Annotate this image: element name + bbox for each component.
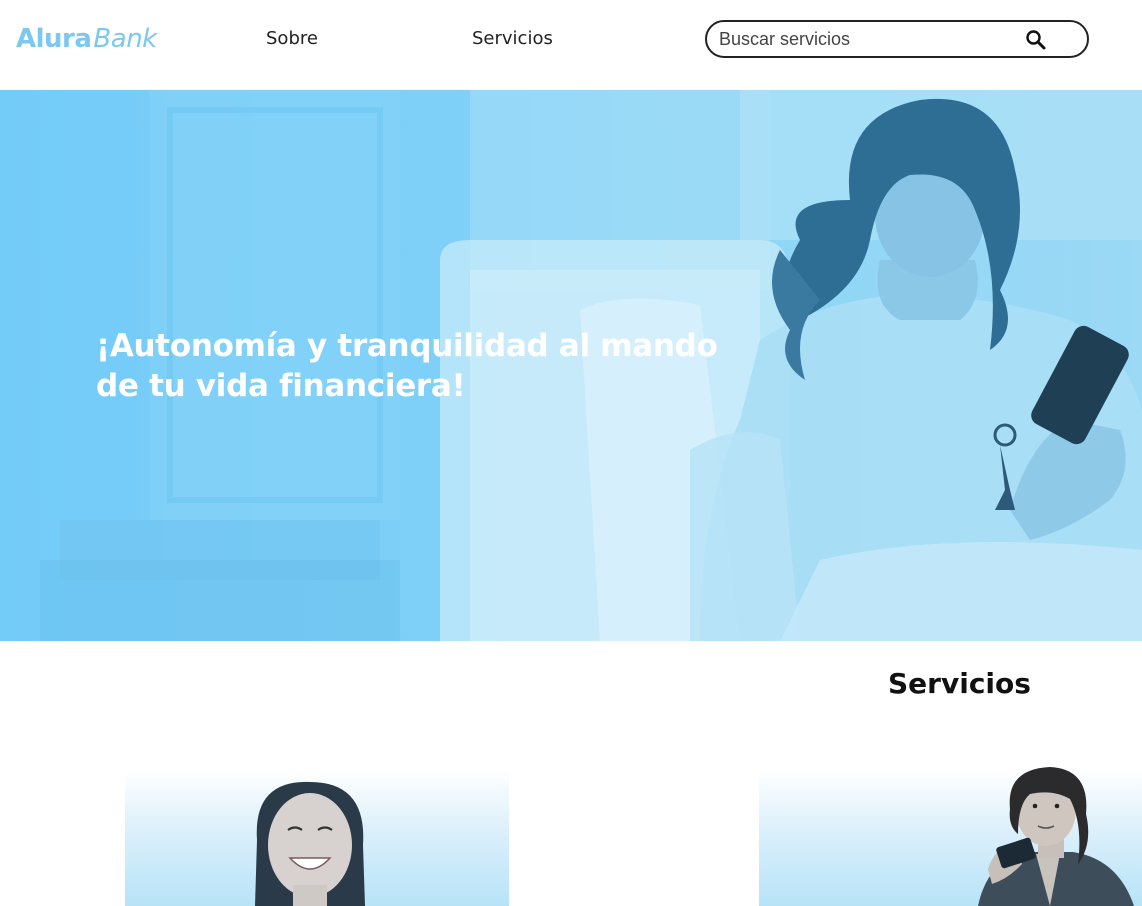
search-input[interactable] xyxy=(719,26,1019,52)
nav-link-servicios[interactable]: Servicios xyxy=(472,27,553,51)
search-icon[interactable] xyxy=(1023,27,1049,53)
service-card[interactable] xyxy=(125,770,509,906)
logo-alura-text: Alura xyxy=(16,24,92,54)
smiling-woman-photo xyxy=(255,781,365,906)
hero-banner: ¡Autonomía y tranquilidad al mando de tu… xyxy=(0,90,1142,641)
man-with-card-photo xyxy=(958,764,1142,906)
logo-bank-text: Bank xyxy=(93,24,157,54)
search-bar xyxy=(705,20,1089,58)
alurabank-logo[interactable]: AluraBank xyxy=(16,22,157,56)
services-title: Servicios xyxy=(888,667,1031,700)
nav-link-sobre[interactable]: Sobre xyxy=(266,27,318,51)
hero-title: ¡Autonomía y tranquilidad al mando de tu… xyxy=(96,328,718,404)
header: AluraBank Sobre Servicios xyxy=(0,0,1142,90)
